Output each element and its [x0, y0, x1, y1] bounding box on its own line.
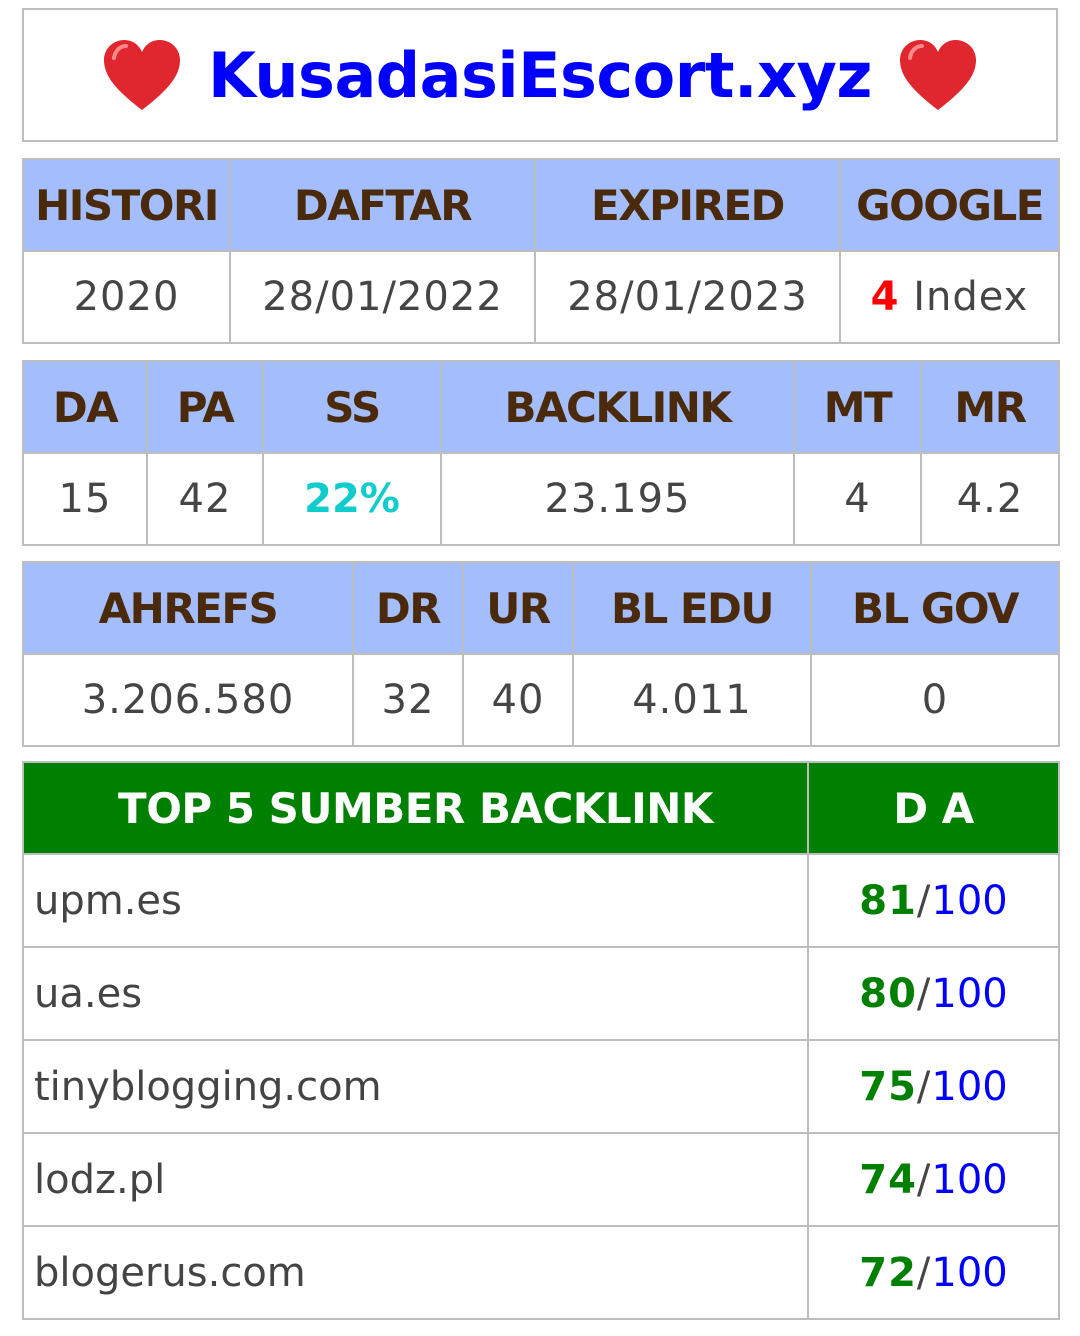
table-row: upm.es 81/100: [22, 853, 1060, 948]
header-bl-gov: BL GOV: [810, 561, 1060, 655]
domain-info-table: HISTORI DAFTAR EXPIRED GOOGLE 2020 28/01…: [22, 158, 1060, 344]
google-index-count: 4: [870, 274, 900, 320]
header-expired: EXPIRED: [534, 158, 841, 252]
header-da-score: D A: [807, 761, 1060, 855]
heart-icon: [103, 40, 180, 110]
ss-value: 22%: [262, 452, 442, 546]
histori-value: 2020: [22, 250, 231, 344]
header-pa: PA: [146, 360, 264, 454]
ur-value: 40: [462, 653, 574, 747]
header-daftar: DAFTAR: [229, 158, 536, 252]
header-bl-edu: BL EDU: [572, 561, 812, 655]
da-max: 100: [931, 1249, 1008, 1296]
da-score: 80: [859, 970, 917, 1017]
pa-value: 42: [146, 452, 264, 546]
top-backlinks-table: TOP 5 SUMBER BACKLINK D A upm.es 81/100 …: [22, 761, 1060, 1320]
header-histori: HISTORI: [22, 158, 231, 252]
table-row: ua.es 80/100: [22, 946, 1060, 1041]
mt-value: 4: [793, 452, 922, 546]
dr-value: 32: [352, 653, 464, 747]
google-index-label: Index: [913, 274, 1029, 320]
backlink-da: 74/100: [807, 1132, 1060, 1227]
google-index-value: 4 Index: [839, 250, 1060, 344]
header-top-sources: TOP 5 SUMBER BACKLINK: [22, 761, 809, 855]
title-box: KusadasiEscort.xyz: [22, 8, 1058, 142]
table-row: lodz.pl 74/100: [22, 1132, 1060, 1227]
header-ahrefs: AHREFS: [22, 561, 354, 655]
header-ss: SS: [262, 360, 442, 454]
da-score: 75: [859, 1063, 917, 1110]
header-google: GOOGLE: [839, 158, 1060, 252]
backlink-site: ua.es: [22, 946, 809, 1041]
daftar-value: 28/01/2022: [229, 250, 536, 344]
da-score: 72: [859, 1249, 917, 1296]
moz-metrics-table: DA PA SS BACKLINK MT MR 15 42 22% 23.195…: [22, 360, 1060, 546]
da-max: 100: [931, 877, 1008, 924]
ahrefs-value: 3.206.580: [22, 653, 354, 747]
heart-icon: [900, 40, 977, 110]
site-title: KusadasiEscort.xyz: [207, 38, 873, 112]
header-ur: UR: [462, 561, 574, 655]
backlink-site: tinyblogging.com: [22, 1039, 809, 1134]
da-score: 81: [859, 877, 917, 924]
da-max: 100: [931, 1063, 1008, 1110]
backlink-da: 75/100: [807, 1039, 1060, 1134]
ahrefs-metrics-table: AHREFS DR UR BL EDU BL GOV 3.206.580 32 …: [22, 561, 1060, 747]
backlink-site: lodz.pl: [22, 1132, 809, 1227]
backlink-value: 23.195: [440, 452, 795, 546]
da-score: 74: [859, 1156, 917, 1203]
header-mr: MR: [920, 360, 1060, 454]
backlink-site: upm.es: [22, 853, 809, 948]
backlink-da: 80/100: [807, 946, 1060, 1041]
header-backlink: BACKLINK: [440, 360, 795, 454]
expired-value: 28/01/2023: [534, 250, 841, 344]
table-row: tinyblogging.com 75/100: [22, 1039, 1060, 1134]
backlink-da: 81/100: [807, 853, 1060, 948]
da-value: 15: [22, 452, 148, 546]
header-mt: MT: [793, 360, 922, 454]
backlink-da: 72/100: [807, 1225, 1060, 1320]
bl-gov-value: 0: [810, 653, 1060, 747]
table-row: blogerus.com 72/100: [22, 1225, 1060, 1320]
da-max: 100: [931, 970, 1008, 1017]
da-max: 100: [931, 1156, 1008, 1203]
bl-edu-value: 4.011: [572, 653, 812, 747]
header-da: DA: [22, 360, 148, 454]
mr-value: 4.2: [920, 452, 1060, 546]
header-dr: DR: [352, 561, 464, 655]
backlink-site: blogerus.com: [22, 1225, 809, 1320]
